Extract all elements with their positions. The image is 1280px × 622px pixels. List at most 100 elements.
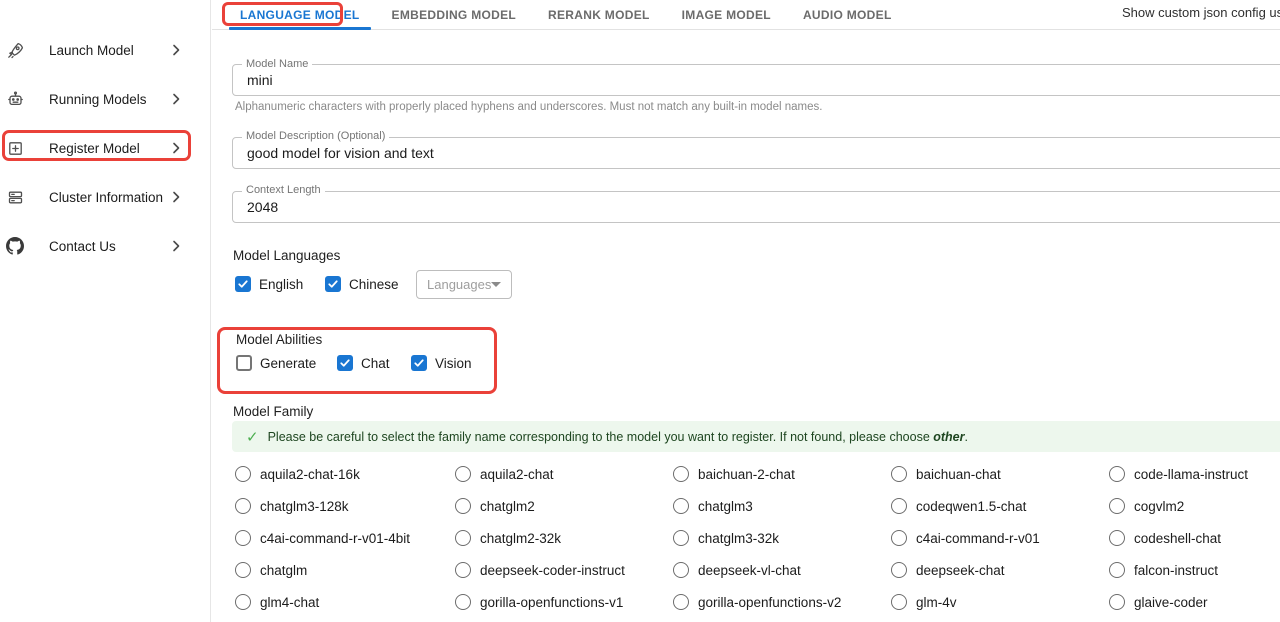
model-description-value: good model for vision and text: [247, 145, 434, 161]
model-family-option[interactable]: c4ai-command-r-v01: [891, 522, 1109, 554]
model-family-option[interactable]: glm-4v: [891, 586, 1109, 618]
sidebar-item-contact-us[interactable]: Contact Us: [0, 231, 211, 261]
context-length-value: 2048: [247, 199, 278, 215]
radio-icon[interactable]: [455, 466, 471, 482]
checkbox-checked-icon[interactable]: [325, 276, 341, 292]
checkbox-checked-icon[interactable]: [411, 355, 427, 371]
chevron-right-icon: [168, 189, 184, 205]
sidebar-item-label: Launch Model: [49, 43, 134, 58]
model-family-option[interactable]: chatglm3: [673, 490, 891, 522]
model-family-option[interactable]: glaive-coder: [1109, 586, 1280, 618]
radio-icon[interactable]: [1109, 530, 1125, 546]
checkbox-english[interactable]: English: [235, 276, 303, 292]
model-name-helper-text: Alphanumeric characters with properly pl…: [235, 101, 822, 113]
model-family-option[interactable]: baichuan-2-chat: [673, 458, 891, 490]
github-icon: [5, 236, 25, 256]
tab-audio-model[interactable]: AUDIO MODEL: [787, 0, 908, 29]
model-name-input[interactable]: mini: [232, 64, 1280, 96]
radio-icon[interactable]: [891, 498, 907, 514]
radio-icon[interactable]: [235, 466, 251, 482]
sidebar: Launch Model Running Models: [0, 0, 211, 622]
checkbox-vision[interactable]: Vision: [411, 355, 472, 371]
radio-icon[interactable]: [235, 530, 251, 546]
radio-icon[interactable]: [455, 594, 471, 610]
model-family-option[interactable]: falcon-instruct: [1109, 554, 1280, 586]
model-family-grid: aquila2-chat-16k aquila2-chat baichuan-2…: [235, 458, 1280, 618]
notice-text: Please be careful to select the family n…: [268, 430, 968, 444]
model-family-option[interactable]: chatglm2: [455, 490, 673, 522]
model-family-option[interactable]: codeqwen1.5-chat: [891, 490, 1109, 522]
radio-icon[interactable]: [235, 562, 251, 578]
checkbox-checked-icon[interactable]: [337, 355, 353, 371]
model-name-value: mini: [247, 72, 273, 88]
radio-icon[interactable]: [1109, 594, 1125, 610]
sidebar-item-cluster-information[interactable]: Cluster Information: [0, 182, 211, 212]
sidebar-item-running-models[interactable]: Running Models: [0, 84, 211, 114]
model-family-option[interactable]: c4ai-command-r-v01-4bit: [235, 522, 455, 554]
sidebar-item-label: Cluster Information: [49, 190, 163, 205]
radio-icon[interactable]: [455, 562, 471, 578]
radio-icon[interactable]: [235, 594, 251, 610]
model-family-option[interactable]: gorilla-openfunctions-v1: [455, 586, 673, 618]
checkbox-chat[interactable]: Chat: [337, 355, 390, 371]
tab-embedding-model[interactable]: EMBEDDING MODEL: [376, 0, 533, 29]
tab-image-model[interactable]: IMAGE MODEL: [666, 0, 787, 29]
chevron-right-icon: [168, 42, 184, 58]
checkbox-generate[interactable]: Generate: [236, 355, 316, 371]
chevron-right-icon: [168, 91, 184, 107]
radio-icon[interactable]: [235, 498, 251, 514]
model-family-notice-banner: ✓ Please be careful to select the family…: [232, 421, 1280, 452]
radio-icon[interactable]: [455, 498, 471, 514]
sidebar-item-register-model[interactable]: Register Model: [0, 133, 211, 163]
radio-icon[interactable]: [891, 562, 907, 578]
model-family-option[interactable]: cogvlm2: [1109, 490, 1280, 522]
sidebar-item-label: Register Model: [49, 141, 140, 156]
rocket-icon: [5, 40, 25, 60]
sidebar-item-label: Running Models: [49, 92, 147, 107]
radio-icon[interactable]: [673, 530, 689, 546]
model-family-option[interactable]: codeshell-chat: [1109, 522, 1280, 554]
model-family-option[interactable]: chatglm2-32k: [455, 522, 673, 554]
radio-icon[interactable]: [673, 562, 689, 578]
model-family-option[interactable]: deepseek-coder-instruct: [455, 554, 673, 586]
radio-icon[interactable]: [1109, 498, 1125, 514]
model-family-option[interactable]: aquila2-chat: [455, 458, 673, 490]
context-length-label: Context Length: [242, 184, 325, 196]
model-family-option[interactable]: chatglm: [235, 554, 455, 586]
radio-icon[interactable]: [891, 530, 907, 546]
radio-icon[interactable]: [455, 530, 471, 546]
model-languages-label: Model Languages: [233, 248, 340, 263]
model-family-option[interactable]: gorilla-openfunctions-v2: [673, 586, 891, 618]
languages-select[interactable]: Languages: [416, 270, 512, 299]
chevron-right-icon: [168, 140, 184, 156]
robot-icon: [5, 89, 25, 109]
model-family-option[interactable]: chatglm3-128k: [235, 490, 455, 522]
radio-icon[interactable]: [673, 466, 689, 482]
checkbox-checked-icon[interactable]: [235, 276, 251, 292]
model-family-option[interactable]: deepseek-chat: [891, 554, 1109, 586]
radio-icon[interactable]: [1109, 562, 1125, 578]
radio-icon[interactable]: [891, 594, 907, 610]
model-family-option[interactable]: baichuan-chat: [891, 458, 1109, 490]
sidebar-item-launch-model[interactable]: Launch Model: [0, 35, 211, 65]
context-length-input[interactable]: 2048: [232, 191, 1280, 223]
model-family-label: Model Family: [233, 404, 313, 419]
model-family-option[interactable]: deepseek-vl-chat: [673, 554, 891, 586]
model-family-option[interactable]: code-llama-instruct: [1109, 458, 1280, 490]
radio-icon[interactable]: [673, 498, 689, 514]
checkbox-unchecked-icon[interactable]: [236, 355, 252, 371]
chevron-right-icon: [168, 238, 184, 254]
model-abilities-label: Model Abilities: [236, 332, 322, 347]
checkbox-chinese[interactable]: Chinese: [325, 276, 399, 292]
tab-language-model[interactable]: LANGUAGE MODEL: [224, 0, 376, 29]
model-family-option[interactable]: glm4-chat: [235, 586, 455, 618]
model-family-option[interactable]: aquila2-chat-16k: [235, 458, 455, 490]
model-family-option[interactable]: chatglm3-32k: [673, 522, 891, 554]
show-custom-json-config-link[interactable]: Show custom json config used b: [1122, 5, 1280, 20]
check-icon: ✓: [246, 428, 259, 446]
radio-icon[interactable]: [891, 466, 907, 482]
model-type-tabs: LANGUAGE MODEL EMBEDDING MODEL RERANK MO…: [212, 0, 1280, 30]
tab-rerank-model[interactable]: RERANK MODEL: [532, 0, 666, 29]
radio-icon[interactable]: [673, 594, 689, 610]
radio-icon[interactable]: [1109, 466, 1125, 482]
